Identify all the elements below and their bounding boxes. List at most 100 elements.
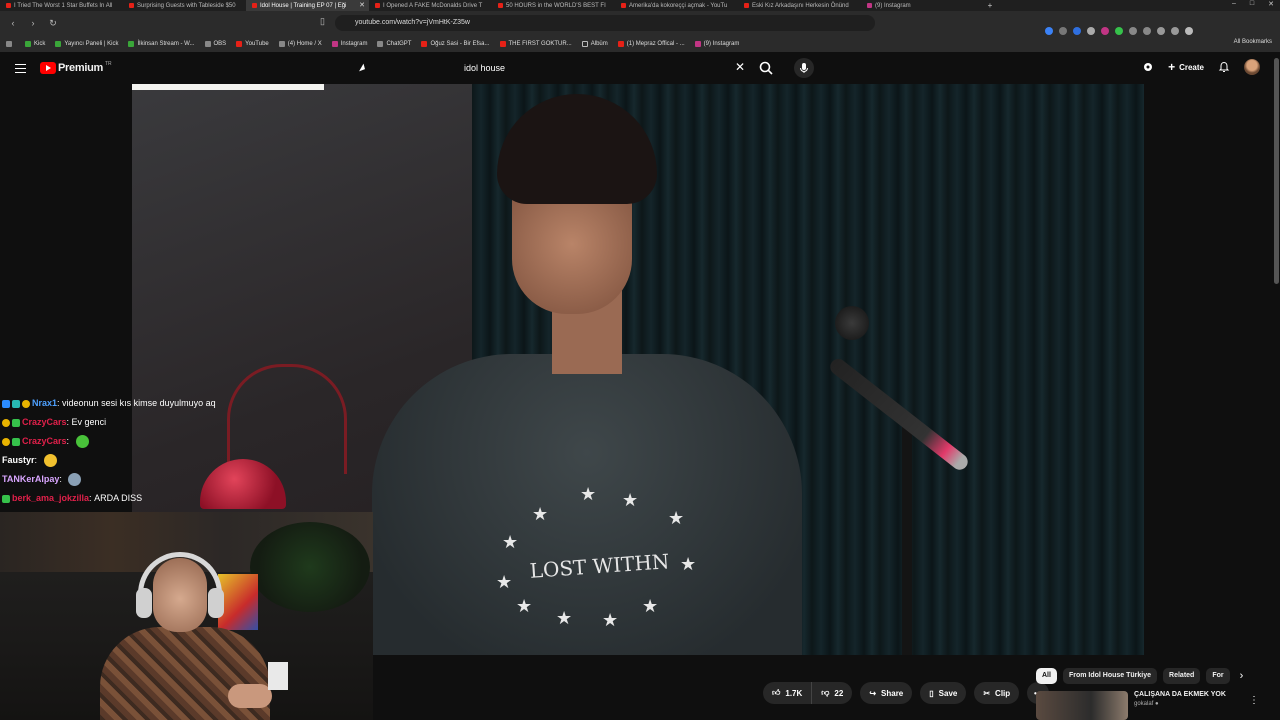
- extension-icon[interactable]: [1129, 27, 1137, 35]
- avatar[interactable]: [1244, 59, 1260, 75]
- maximize-icon[interactable]: □: [1250, 0, 1254, 8]
- chat-username: Faustyr: [2, 455, 35, 465]
- sidebar-icon[interactable]: [1171, 27, 1179, 35]
- bookmark-item[interactable]: (9) Instagram: [694, 40, 740, 47]
- chat-badge-icon: [12, 418, 20, 427]
- bookmark-item[interactable]: YouTube: [236, 40, 269, 47]
- bookmark-item[interactable]: (4) Home / X: [278, 40, 322, 47]
- recommended-info: ÇALIŞANA DA EKMEK YOK gokalaf ●: [1134, 691, 1226, 720]
- bookmark-label: ChatGPT: [386, 40, 412, 47]
- bookmark-item[interactable]: İlkinsan Stream - W...: [128, 40, 195, 47]
- search-input[interactable]: idol house: [455, 58, 755, 78]
- browser-tab[interactable]: Idol House | Training EP 07 | Eği ✕: [246, 0, 369, 11]
- extension-icon[interactable]: [1087, 27, 1095, 35]
- scrollbar-thumb[interactable]: [1274, 58, 1279, 284]
- bookmark-item[interactable]: THE FIRST GOKTUR...: [499, 40, 572, 47]
- notifications-bell-icon[interactable]: [1218, 61, 1230, 73]
- url-field[interactable]: youtube.com/watch?v=jVmHtK-Z35w: [335, 15, 875, 31]
- bookmark-item[interactable]: Albüm: [581, 40, 608, 47]
- recommended-thumbnail[interactable]: [1036, 691, 1128, 720]
- clear-search-icon[interactable]: ✕: [734, 59, 746, 75]
- filter-chip[interactable]: All: [1036, 668, 1057, 684]
- chat-message: Nrax1: videonun sesi kıs kimse duyulmuyo…: [2, 394, 372, 413]
- like-count: 1.7K: [785, 688, 803, 698]
- bookmark-item[interactable]: Kick: [25, 40, 46, 47]
- video-actions: 👍︎ 1.7K 👎︎ 22 ↪ Share ▯ Save ✂ Clip •••: [763, 682, 1050, 704]
- clip-button[interactable]: ✂ Clip: [974, 682, 1020, 704]
- filter-chip[interactable]: From Idol House Türkiye: [1062, 668, 1158, 684]
- chat-message: berk_ama_jokzilla: ARDA DISS: [2, 489, 372, 508]
- voice-search-button[interactable]: [794, 58, 814, 78]
- apps-icon[interactable]: [6, 40, 15, 47]
- microphone-icon: [800, 63, 808, 73]
- bookmark-label: (9) Instagram: [703, 40, 740, 47]
- bookmark-label: YouTube: [245, 40, 269, 47]
- extension-icon[interactable]: [1101, 27, 1109, 35]
- bookmark-item[interactable]: ChatGPT: [377, 40, 412, 47]
- stream-chat-overlay: Nrax1: videonun sesi kıs kimse duyulmuyo…: [2, 394, 372, 508]
- chevron-right-icon[interactable]: ›: [1240, 670, 1244, 682]
- bookmark-label: THE FIRST GOKTUR...: [508, 40, 572, 47]
- music-icon[interactable]: [1157, 27, 1165, 35]
- below-video-area: 👍︎ 1.7K 👎︎ 22 ↪ Share ▯ Save ✂ Clip ••• …: [373, 655, 1273, 720]
- profile-icon[interactable]: [1185, 27, 1193, 35]
- cast-settings-icon[interactable]: [1142, 61, 1154, 73]
- chat-message: CrazyCars:: [2, 432, 372, 451]
- bookmark-label: OBS: [213, 40, 227, 47]
- recommended-video[interactable]: ÇALIŞANA DA EKMEK YOK gokalaf ●: [1036, 691, 1226, 720]
- browser-tab-bar: I Tried The Worst 1 Star Buffets In All S…: [0, 0, 1280, 11]
- browser-tab[interactable]: 50 HOURS in the WORLD'S BEST FI: [492, 0, 615, 11]
- bookmark-label: Oğuz Sasi - Bir Efsa...: [430, 40, 490, 47]
- new-tab-icon[interactable]: +: [984, 1, 996, 10]
- youtube-icon: [421, 40, 428, 47]
- reload-icon[interactable]: ↻: [46, 18, 60, 29]
- dislike-button[interactable]: 👎︎ 22: [812, 682, 853, 704]
- filter-chip[interactable]: Related: [1163, 668, 1201, 684]
- page-scrollbar[interactable]: [1272, 52, 1280, 720]
- extension-icon[interactable]: [1059, 27, 1067, 35]
- like-button[interactable]: 👍︎ 1.7K: [763, 682, 813, 704]
- bookmark-item[interactable]: Instagram: [331, 40, 367, 47]
- extension-icon[interactable]: [1115, 27, 1123, 35]
- create-button[interactable]: + Create: [1168, 60, 1204, 74]
- browser-tab[interactable]: Surprising Guests with Tableside $50: [123, 0, 246, 11]
- bookmark-item[interactable]: Yayıncı Paneli | Kick: [55, 40, 118, 47]
- all-bookmarks-link[interactable]: All Bookmarks: [1234, 39, 1272, 45]
- extension-icon[interactable]: [1143, 27, 1151, 35]
- chat-badge-icon: [2, 437, 10, 446]
- recommended-title[interactable]: ÇALIŞANA DA EKMEK YOK: [1134, 691, 1226, 698]
- minimize-icon[interactable]: –: [1232, 0, 1236, 8]
- recommended-channel[interactable]: gokalaf ●: [1134, 701, 1226, 707]
- bookmark-item[interactable]: OBS: [204, 40, 227, 47]
- headset-earcup: [208, 588, 224, 618]
- youtube-logo[interactable]: Premium TR: [40, 61, 112, 74]
- extension-icon[interactable]: [1073, 27, 1081, 35]
- browser-tab[interactable]: Eski Kız Arkadaşını Herkesin Önünd: [738, 0, 861, 11]
- bookmark-label: Kick: [34, 40, 46, 47]
- bookmark-icon[interactable]: ▯: [320, 16, 325, 27]
- browser-tab[interactable]: Amerika'da kokoreççi açmak - YouTu: [615, 0, 738, 11]
- menu-icon[interactable]: [15, 64, 26, 73]
- forward-icon[interactable]: ›: [26, 18, 40, 28]
- save-button[interactable]: ▯ Save: [920, 682, 967, 704]
- youtube-icon: [617, 40, 624, 47]
- chat-text: ARDA DISS: [94, 493, 143, 503]
- browser-tab[interactable]: I Tried The Worst 1 Star Buffets In All: [0, 0, 123, 11]
- browser-tab[interactable]: I Opened A FAKE McDonalds Drive T: [369, 0, 492, 11]
- bookmark-item[interactable]: Oğuz Sasi - Bir Efsa...: [421, 40, 490, 47]
- bookmark-item[interactable]: (1) Mepraz Offical - ...: [617, 40, 685, 47]
- close-tab-icon[interactable]: ✕: [359, 1, 365, 9]
- recommendation-chips: All From Idol House Türkiye Related For ›: [1036, 668, 1243, 684]
- browser-tab[interactable]: (9) Instagram: [861, 0, 984, 11]
- chat-username: berk_ama_jokzilla: [12, 493, 90, 503]
- extension-icon[interactable]: [1045, 27, 1053, 35]
- filter-chip[interactable]: For: [1206, 668, 1230, 684]
- recommended-more-icon[interactable]: ⋮: [1249, 695, 1259, 706]
- search-icon[interactable]: [758, 60, 774, 76]
- back-icon[interactable]: ‹: [6, 18, 20, 28]
- bookmark-save-icon: ▯: [929, 688, 934, 698]
- share-button[interactable]: ↪ Share: [860, 682, 913, 704]
- chat-message: TANKerAlpay:: [2, 470, 372, 489]
- close-window-icon[interactable]: ✕: [1268, 0, 1274, 8]
- chat-message: CrazyCars: Ev genci: [2, 413, 372, 432]
